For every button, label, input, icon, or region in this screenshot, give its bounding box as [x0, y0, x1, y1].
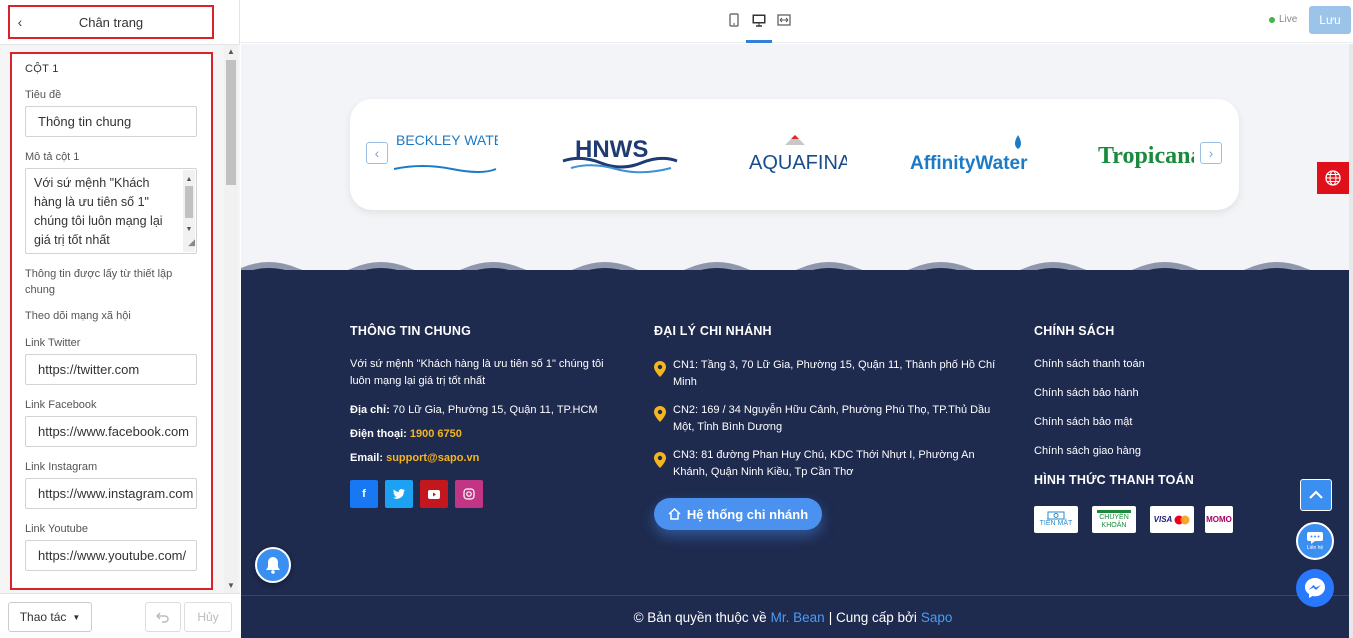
preview-scrollbar[interactable] [1349, 44, 1353, 638]
social-heading: Theo dõi mạng xã hội [25, 310, 131, 322]
footer-col3-heading: CHÍNH SÁCH [1034, 324, 1115, 338]
resize-grip-icon[interactable]: ◢ [188, 233, 195, 252]
payment-heading: HÌNH THỨC THANH TOÁN [1034, 473, 1194, 487]
twitter-icon[interactable] [385, 480, 413, 508]
live-label: Live [1279, 14, 1298, 25]
panel-body: CỘT 1 Tiêu đề Thông tin chung Mô tả cột … [0, 45, 240, 593]
payment-cash: TIỀN MẶT [1034, 506, 1078, 533]
section-title: CỘT 1 [25, 63, 59, 75]
policy-link[interactable]: Chính sách giao hàng [1034, 443, 1141, 460]
undo-icon [156, 612, 169, 623]
info-note: Thông tin được lấy từ thiết lập chung [25, 268, 173, 296]
chevron-up-icon [1309, 490, 1323, 499]
live-dot-icon [1269, 16, 1275, 23]
footer-col1-heading: THÔNG TIN CHUNG [350, 324, 472, 338]
svg-text:BECKLEY WATER: BECKLEY WATER [396, 132, 498, 148]
facebook-input[interactable]: https://www.facebook.com [25, 416, 197, 447]
provider-link[interactable]: Sapo [921, 610, 953, 625]
location-pin-icon [654, 452, 666, 468]
twitter-label: Link Twitter [25, 337, 81, 349]
branch-button-label: Hệ thống chi nhánh [686, 506, 809, 522]
instagram-label: Link Instagram [25, 461, 98, 473]
save-button[interactable]: Lưu [1309, 6, 1351, 34]
caret-down-icon: ▼ [72, 612, 81, 622]
fullwidth-view-icon[interactable] [776, 12, 792, 28]
phone-link[interactable]: 1900 6750 [410, 428, 462, 440]
live-status: Live [1269, 14, 1297, 25]
svg-text:Tropicana: Tropicana [1098, 143, 1194, 169]
branch-2: CN2: 169 / 34 Nguyễn Hữu Cảnh, Phường Ph… [673, 404, 991, 433]
panel-footer: Thao tác ▼ Hủy [0, 593, 240, 638]
desc-label: Mô tả cột 1 [25, 151, 80, 163]
editor-toolbar: Live Lưu [241, 0, 1353, 43]
title-label: Tiêu đề [25, 89, 62, 101]
cash-icon [1047, 511, 1065, 520]
desc-textarea[interactable]: Với sứ mệnh "Khách hàng là ưu tiên số 1"… [25, 168, 197, 254]
brand-logo-beckley[interactable]: BECKLEY WATER [390, 129, 500, 179]
scroll-top-button[interactable] [1300, 479, 1332, 511]
location-pin-icon [654, 361, 666, 377]
panel-title: Chân trang [78, 14, 144, 30]
owner-link[interactable]: Mr. Bean [771, 610, 825, 625]
site-preview: ‹ BECKLEY WATER HNWS AQUAFINA [241, 44, 1349, 638]
contact-label: Liên hệ [1306, 545, 1324, 551]
notification-bell-icon[interactable] [255, 547, 291, 583]
brand-logo-aquafina[interactable]: AQUAFINA [740, 129, 850, 179]
payment-cards: VISA [1150, 506, 1194, 533]
panel-header: ‹ Chân trang [8, 5, 214, 39]
svg-text:AQUAFINA: AQUAFINA [749, 152, 847, 174]
undo-button[interactable] [145, 602, 181, 632]
branch-3: CN3: 81 đường Phan Huy Chú, KDC Thới Nhự… [673, 449, 975, 478]
back-arrow-icon[interactable]: ‹ [10, 14, 30, 30]
policy-link[interactable]: Chính sách bảo hành [1034, 385, 1139, 402]
mobile-view-icon[interactable] [726, 12, 742, 28]
policy-link[interactable]: Chính sách thanh toán [1034, 356, 1145, 373]
mastercard-icon [1174, 515, 1190, 524]
footer-col2-heading: ĐẠI LÝ CHI NHÁNH [654, 324, 772, 338]
twitter-input[interactable]: https://twitter.com [25, 354, 197, 385]
footer-col1-desc: Với sứ mệnh "Khách hàng là ưu tiên số 1"… [350, 358, 604, 387]
slider-next-button[interactable]: › [1200, 142, 1222, 164]
email-link[interactable]: support@sapo.vn [386, 452, 479, 464]
brand-logo-hnws[interactable]: HNWS [560, 129, 680, 179]
desc-text: Với sứ mệnh "Khách hàng là ưu tiên số 1"… [34, 176, 163, 247]
location-pin-icon [654, 406, 666, 422]
branch-1: CN1: Tầng 3, 70 Lữ Gia, Phường 15, Quận … [673, 359, 996, 388]
actions-dropdown[interactable]: Thao tác ▼ [8, 602, 92, 632]
youtube-icon[interactable] [420, 480, 448, 508]
settings-panel: ‹ Chân trang CỘT 1 Tiêu đề Thông tin chu… [0, 0, 240, 638]
panel-scrollbar[interactable]: ▲ ▼ [224, 45, 238, 593]
brand-logo-affinity[interactable]: AffinityWater [905, 129, 1035, 179]
branch-system-button[interactable]: Hệ thống chi nhánh [654, 498, 822, 530]
language-globe-icon[interactable] [1317, 162, 1349, 194]
messenger-icon[interactable] [1296, 569, 1334, 607]
copyright-bar: © Bản quyền thuộc về Mr. Bean | Cung cấp… [241, 595, 1349, 638]
brand-logo-tropicana[interactable]: Tropicana [1095, 129, 1195, 179]
payment-momo: MOMO [1205, 506, 1233, 533]
payment-transfer: CHUYỂN KHOẢN [1092, 506, 1136, 533]
slider-prev-button[interactable]: ‹ [366, 142, 388, 164]
youtube-input[interactable]: https://www.youtube.com/ [25, 540, 197, 571]
home-icon [668, 508, 681, 520]
footer-address: Địa chỉ: 70 Lữ Gia, Phường 15, Quận 11, … [350, 404, 598, 416]
facebook-label: Link Facebook [25, 399, 97, 411]
instagram-icon[interactable] [455, 480, 483, 508]
svg-text:AffinityWater: AffinityWater [910, 153, 1028, 174]
instagram-input[interactable]: https://www.instagram.com [25, 478, 197, 509]
brand-slider: ‹ BECKLEY WATER HNWS AQUAFINA [350, 99, 1239, 210]
footer-email: Email: support@sapo.vn [350, 452, 480, 464]
column-1-settings: CỘT 1 Tiêu đề Thông tin chung Mô tả cột … [10, 52, 213, 590]
chat-icon [1307, 532, 1323, 544]
cancel-button[interactable]: Hủy [184, 602, 232, 632]
actions-label: Thao tác [19, 610, 67, 624]
contact-button[interactable]: Liên hệ [1296, 522, 1334, 560]
active-view-indicator [746, 40, 772, 43]
title-input[interactable]: Thông tin chung [25, 106, 197, 137]
youtube-label: Link Youtube [25, 523, 89, 535]
footer-phone: Điện thoại: 1900 6750 [350, 428, 462, 440]
desktop-view-icon[interactable] [751, 12, 767, 28]
facebook-icon[interactable]: f [350, 480, 378, 508]
policy-link[interactable]: Chính sách bảo mật [1034, 414, 1132, 431]
